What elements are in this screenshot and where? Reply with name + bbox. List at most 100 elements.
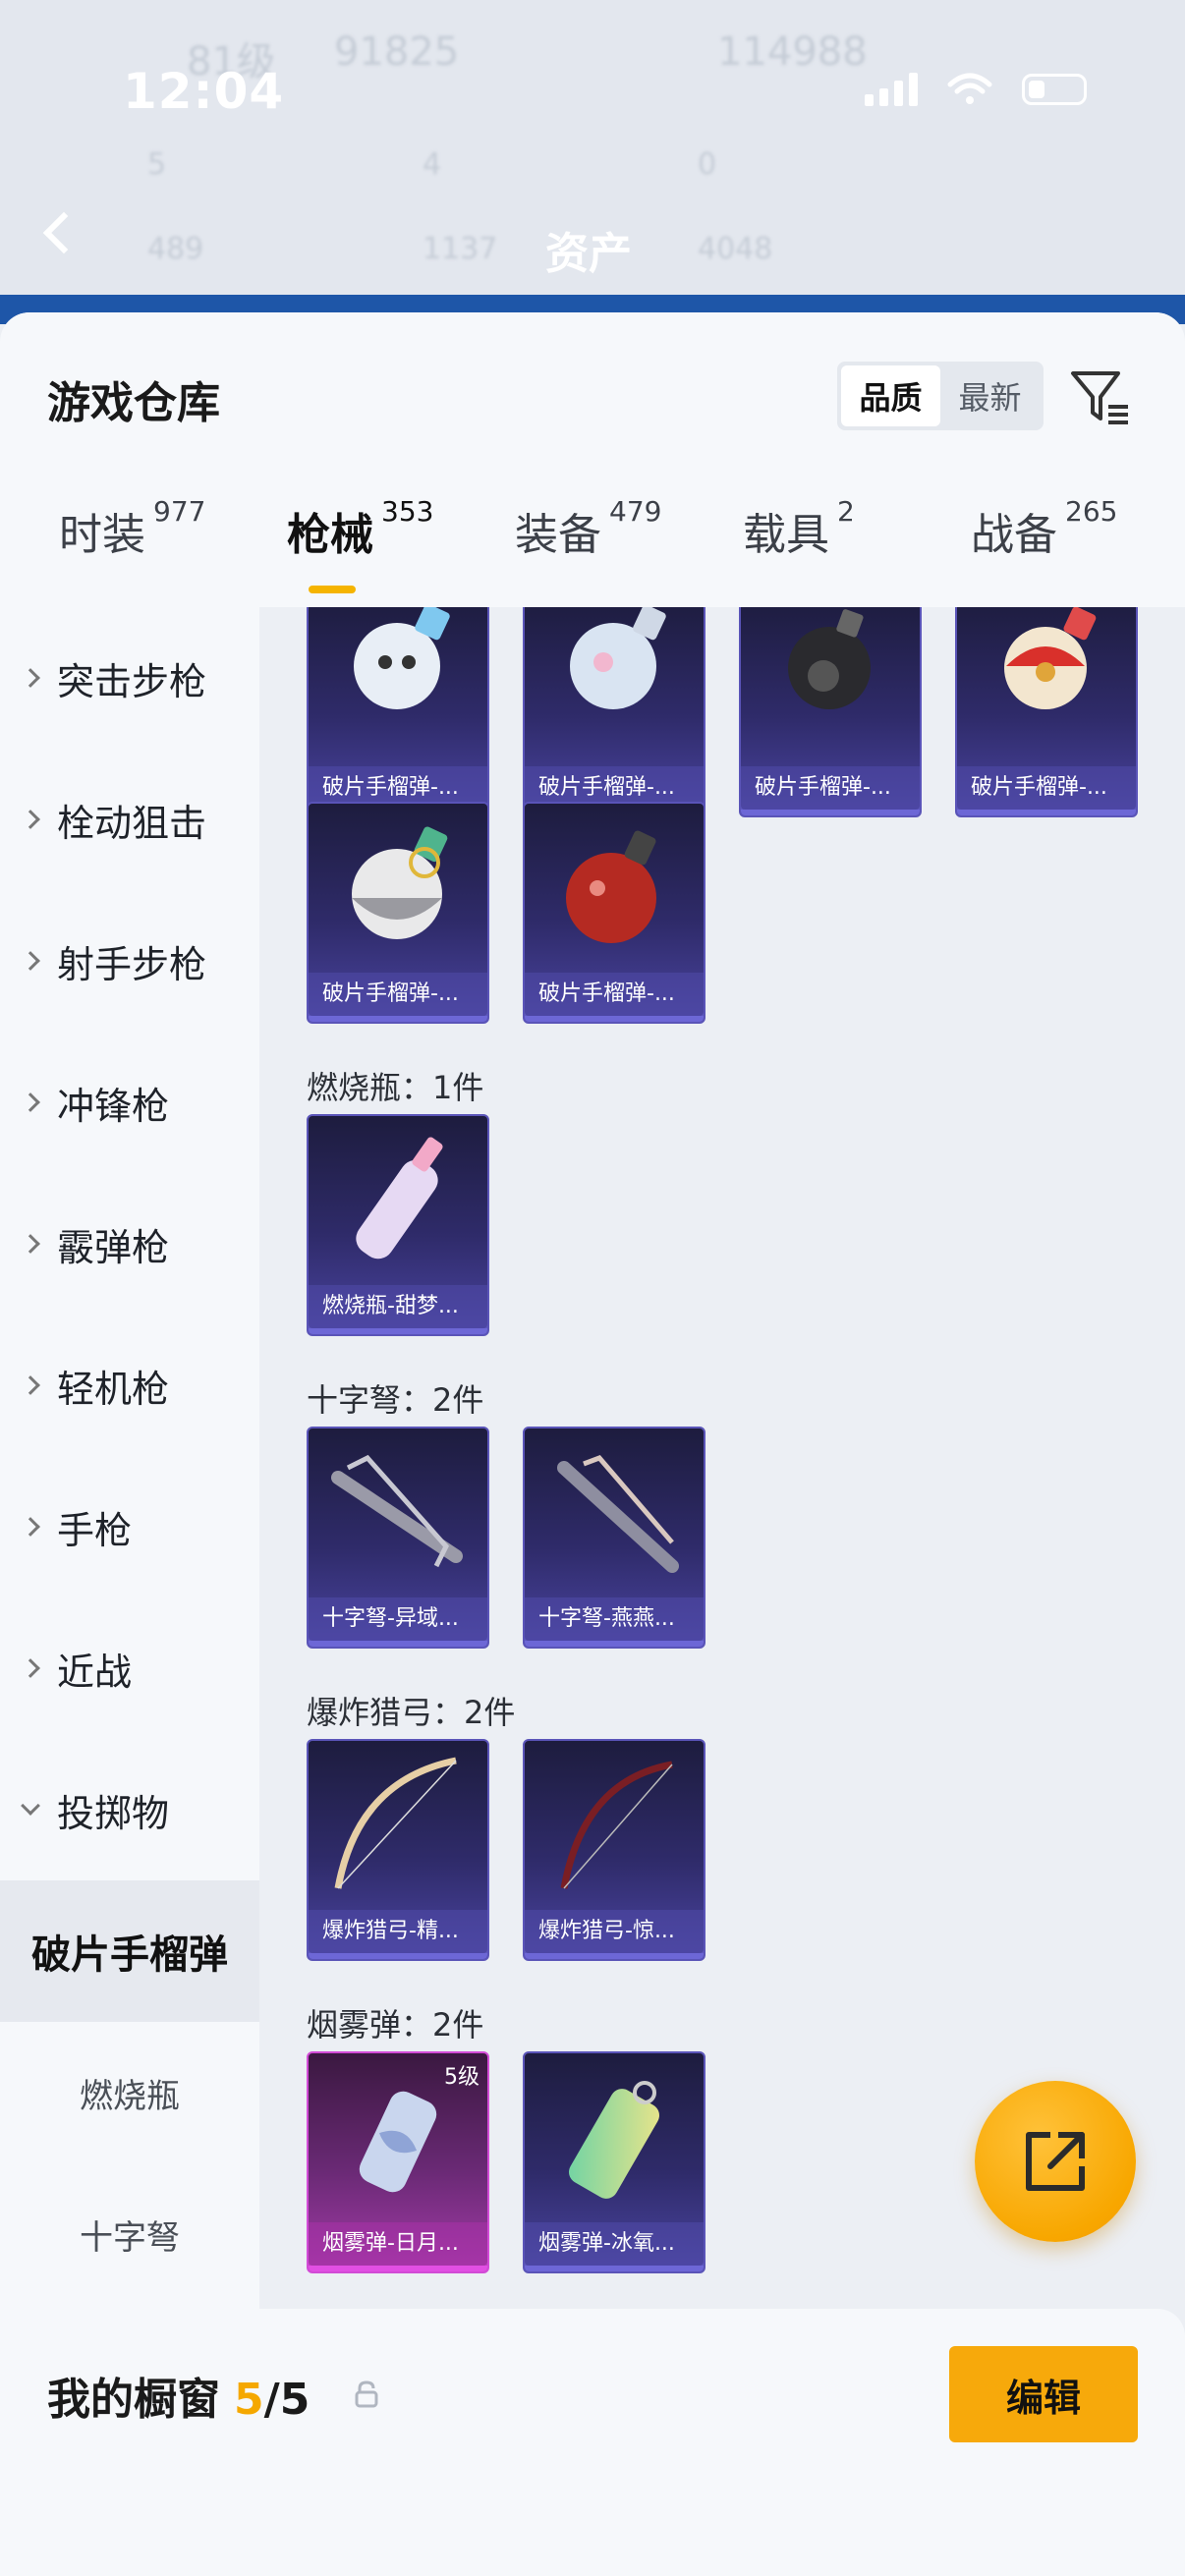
tab-count: 353 — [381, 495, 434, 528]
status-icons — [865, 73, 1087, 106]
lock-icon — [355, 2380, 378, 2408]
item-card-label: 烟雾弹-冰氧... — [525, 2222, 704, 2266]
sidebar-item-pistol[interactable]: 手枪 — [0, 1456, 259, 1597]
item-card-smoke-grenade[interactable]: 5级 烟雾弹-日月... — [307, 2051, 489, 2273]
sidebar-subitem-molotov[interactable]: 燃烧瓶 — [0, 2022, 259, 2163]
ghost-score: 91825 — [334, 29, 460, 75]
group-title-bow: 爆炸猎弓：2件 — [307, 1694, 516, 1731]
bottle-icon — [356, 1137, 443, 1260]
sidebar-item-dmr[interactable]: 射手步枪 — [0, 890, 259, 1032]
item-card-label: 燃烧瓶-甜梦... — [309, 1285, 487, 1328]
item-card-label: 爆炸猎弓-惊... — [525, 1910, 704, 1953]
group-title-smoke: 烟雾弹：2件 — [307, 2006, 484, 2044]
tab-fashion[interactable]: 时装 977 — [59, 495, 205, 562]
status-time: 12:04 — [123, 63, 285, 120]
smoke-grenade-icon — [569, 2081, 659, 2199]
sidebar-item-label: 破片手榴弹 — [31, 1932, 228, 1978]
tab-count: 265 — [1065, 495, 1118, 528]
ghost-stat-f: 4048 — [698, 232, 773, 266]
item-card-frag-grenade[interactable]: 破片手榴弹-... — [523, 802, 705, 1024]
item-card-label: 破片手榴弹-... — [957, 766, 1136, 810]
wifi-icon — [947, 73, 992, 104]
tab-count: 2 — [837, 495, 855, 528]
item-card-label: 烟雾弹-日月... — [309, 2222, 487, 2266]
sidebar-item-label: 十字弩 — [80, 2217, 180, 2258]
sidebar-item-label: 栓动狙击 — [57, 801, 207, 845]
showcase-current-count: 5 — [234, 2375, 264, 2425]
item-card-bow[interactable]: 爆炸猎弓-精... — [307, 1739, 489, 1961]
item-card-frag-grenade[interactable]: 破片手榴弹-... — [307, 802, 489, 1024]
sidebar-item-throwables[interactable]: 投掷物 — [0, 1739, 259, 1880]
category-tabs: 时装 977 枪械 353 装备 479 载具 2 战备 265 — [0, 495, 1185, 607]
item-card-label: 十字弩-异域... — [309, 1597, 487, 1641]
item-card-label: 破片手榴弹-... — [309, 973, 487, 1016]
item-card-crossbow[interactable]: 十字弩-燕燕... — [523, 1427, 705, 1649]
tab-label: 枪械 — [287, 510, 373, 560]
item-card-molotov[interactable]: 燃烧瓶-甜梦... — [307, 1114, 489, 1336]
item-card-bow[interactable]: 爆炸猎弓-惊... — [523, 1739, 705, 1961]
item-card-frag-grenade[interactable]: 破片手榴弹-... — [955, 607, 1138, 817]
item-level-badge: 5级 — [444, 2065, 480, 2090]
showcase-max-count: 5 — [279, 2375, 310, 2425]
crossbow-icon — [557, 1455, 679, 1573]
sidebar-item-label: 投掷物 — [57, 1791, 170, 1835]
sidebar-item-lmg[interactable]: 轻机枪 — [0, 1315, 259, 1456]
sort-option-quality[interactable]: 品质 — [841, 365, 940, 426]
showcase-title: 我的橱窗 — [47, 2375, 220, 2425]
sort-option-newest[interactable]: 最新 — [940, 365, 1040, 426]
chevron-right-icon — [21, 810, 40, 829]
external-link-icon — [1026, 2132, 1085, 2191]
item-card-label: 破片手榴弹-... — [525, 973, 704, 1016]
sidebar-item-label: 射手步枪 — [57, 942, 207, 986]
edit-button[interactable]: 编辑 — [949, 2346, 1138, 2442]
sidebar-subitem-crossbow[interactable]: 十字弩 — [0, 2163, 259, 2305]
tab-label: 战备 — [971, 510, 1057, 560]
bow-icon — [334, 1757, 457, 1889]
chevron-right-icon — [21, 1658, 40, 1678]
share-fab-button[interactable] — [975, 2081, 1136, 2242]
filter-icon[interactable] — [1069, 365, 1132, 428]
showcase-separator: / — [263, 2375, 280, 2425]
item-card-crossbow[interactable]: 十字弩-异域... — [307, 1427, 489, 1649]
item-card-frag-grenade[interactable]: 破片手榴弹-... — [307, 607, 489, 817]
warehouse-sheet: 游戏仓库 品质 最新 时装 977 枪械 353 装备 479 载具 2 战备 … — [0, 312, 1185, 2576]
sidebar-item-assault-rifle[interactable]: 突击步枪 — [0, 607, 259, 749]
tab-count: 977 — [153, 495, 206, 528]
group-title-molotov: 燃烧瓶：1件 — [307, 1069, 484, 1106]
tab-vehicles[interactable]: 载具 2 — [743, 495, 855, 562]
showcase-label: 我的橱窗 5 / 5 — [47, 2364, 310, 2427]
sheet-header: 游戏仓库 品质 最新 时装 977 枪械 353 装备 479 载具 2 战备 … — [0, 312, 1185, 607]
sheet-title: 游戏仓库 — [47, 378, 220, 428]
sidebar-item-smg[interactable]: 冲锋枪 — [0, 1032, 259, 1173]
grenade-icon — [788, 609, 871, 709]
ghost-stat-c: 0 — [698, 147, 717, 182]
tab-equipment[interactable]: 装备 479 — [515, 495, 661, 562]
back-arrow-icon[interactable] — [42, 211, 85, 254]
ghost-stat-e: 1137 — [423, 232, 498, 266]
item-card-label: 十字弩-燕燕... — [525, 1597, 704, 1641]
sidebar-item-shotgun[interactable]: 霰弹枪 — [0, 1173, 259, 1315]
grenade-icon — [1004, 607, 1097, 709]
grenade-icon — [352, 826, 448, 939]
tab-firearms[interactable]: 枪械 353 — [287, 495, 433, 562]
item-card-smoke-grenade[interactable]: 烟雾弹-冰氧... — [523, 2051, 705, 2273]
ghost-stat-b: 4 — [423, 147, 442, 182]
sidebar-item-label: 冲锋枪 — [57, 1084, 170, 1128]
sidebar-item-label: 突击步枪 — [57, 659, 207, 703]
sidebar-item-label: 霰弹枪 — [57, 1225, 170, 1269]
chevron-right-icon — [21, 1375, 40, 1395]
sidebar-item-melee[interactable]: 近战 — [0, 1597, 259, 1739]
tab-supplies[interactable]: 战备 265 — [971, 495, 1117, 562]
item-card-frag-grenade[interactable]: 破片手榴弹-... — [523, 607, 705, 817]
sort-toggle: 品质 最新 — [837, 362, 1044, 430]
item-card-frag-grenade[interactable]: 破片手榴弹-... — [739, 607, 922, 817]
tab-label: 载具 — [743, 510, 829, 560]
battery-icon — [1022, 74, 1087, 105]
chevron-right-icon — [21, 668, 40, 688]
ghost-stat-d: 489 — [147, 232, 204, 266]
item-card-label: 爆炸猎弓-精... — [309, 1910, 487, 1953]
ghost-stat-a: 5 — [147, 147, 167, 182]
sidebar-subitem-frag-grenade[interactable]: 破片手榴弹 — [0, 1880, 259, 2022]
sidebar-item-bolt-sniper[interactable]: 栓动狙击 — [0, 749, 259, 890]
tab-label: 时装 — [59, 510, 145, 560]
